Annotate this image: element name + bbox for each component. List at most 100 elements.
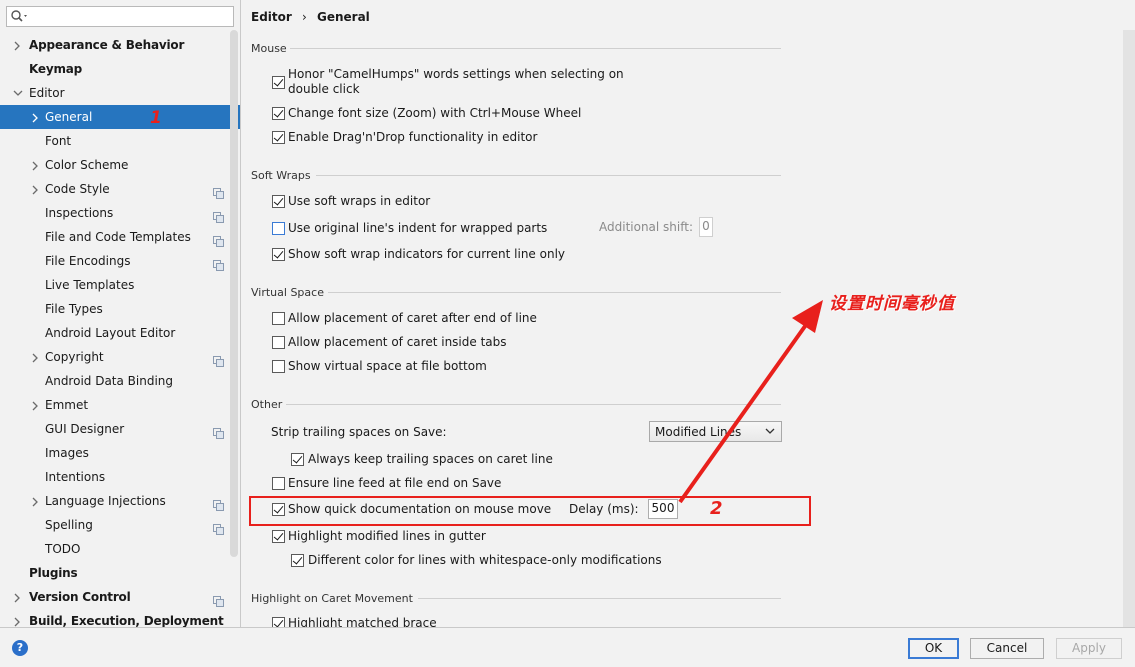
camelhumps-label: Honor "CamelHumps" words settings when s…: [288, 67, 624, 81]
keep-trailing-checkbox[interactable]: [291, 453, 304, 466]
search-input[interactable]: [6, 6, 234, 27]
section-mouse: Mouse: [251, 42, 287, 55]
main-scrollbar[interactable]: [1123, 30, 1135, 627]
sidebar-item-label: Android Layout Editor: [45, 326, 176, 340]
camelhumps-label-line2: double click: [288, 82, 360, 96]
sidebar-item[interactable]: Spelling: [0, 513, 240, 537]
chevron-right-icon[interactable]: [29, 345, 43, 369]
caret-after-end-label: Allow placement of caret after end of li…: [288, 311, 537, 325]
sidebar-item-label: Plugins: [29, 566, 78, 580]
sidebar-item[interactable]: File Encodings: [0, 249, 240, 273]
sidebar-item-label: Language Injections: [45, 494, 166, 508]
chevron-right-icon[interactable]: [11, 33, 25, 57]
sidebar-scrollbar[interactable]: [230, 30, 238, 557]
sidebar-item[interactable]: Android Layout Editor: [0, 321, 240, 345]
chevron-right-icon[interactable]: [29, 177, 43, 201]
annotation-highlight-box: [249, 496, 811, 526]
section-divider: [316, 175, 781, 176]
sidebar-item-label: Android Data Binding: [45, 374, 174, 388]
sidebar-item[interactable]: GUI Designer: [0, 417, 240, 441]
caret-inside-tabs-checkbox[interactable]: [272, 336, 285, 349]
sidebar-item-label: File and Code Templates: [45, 230, 191, 244]
section-soft-wraps: Soft Wraps: [251, 169, 311, 182]
sidebar-item[interactable]: Plugins: [0, 561, 240, 585]
sidebar-item[interactable]: Copyright: [0, 345, 240, 369]
chevron-right-icon[interactable]: [29, 489, 43, 513]
strip-trailing-label: Strip trailing spaces on Save:: [271, 425, 447, 439]
sidebar-item[interactable]: File and Code Templates: [0, 225, 240, 249]
sidebar-item[interactable]: Appearance & Behavior: [0, 33, 240, 57]
caret-inside-tabs-label: Allow placement of caret inside tabs: [288, 335, 507, 349]
chevron-right-icon[interactable]: [29, 105, 43, 129]
chevron-right-icon[interactable]: [11, 609, 25, 627]
settings-sidebar: Appearance & Behavior Keymap Editor General…: [0, 0, 241, 627]
sidebar-item-label: Intentions: [45, 470, 106, 484]
sidebar-item[interactable]: Color Scheme: [0, 153, 240, 177]
sidebar-item-label: Editor: [29, 86, 65, 100]
soft-wraps-label: Use soft wraps in editor: [288, 194, 431, 208]
breadcrumb-parent[interactable]: Editor: [251, 10, 292, 24]
sidebar-item[interactable]: Keymap: [0, 57, 240, 81]
sidebar-item[interactable]: Android Data Binding: [0, 369, 240, 393]
sidebar-item[interactable]: Emmet: [0, 393, 240, 417]
highlight-modified-checkbox[interactable]: [272, 530, 285, 543]
strip-trailing-value: Modified Lines: [655, 425, 742, 439]
annotation-marker-2: 2: [710, 498, 723, 519]
project-copy-icon: [213, 519, 224, 535]
sidebar-item[interactable]: Editor: [0, 81, 240, 105]
wrap-indicators-label: Show soft wrap indicators for current li…: [288, 247, 566, 261]
sidebar-item[interactable]: File Types: [0, 297, 240, 321]
sidebar-item[interactable]: Images: [0, 441, 240, 465]
caret-after-end-checkbox[interactable]: [272, 312, 285, 325]
apply-button[interactable]: Apply: [1056, 638, 1122, 659]
sidebar-item[interactable]: TODO: [0, 537, 240, 561]
dragdrop-checkbox[interactable]: [272, 131, 285, 144]
soft-wraps-checkbox[interactable]: [272, 195, 285, 208]
sidebar-item[interactable]: Code Style: [0, 177, 240, 201]
sidebar-item[interactable]: Font: [0, 129, 240, 153]
zoom-checkbox[interactable]: [272, 107, 285, 120]
line-feed-checkbox[interactable]: [272, 477, 285, 490]
wrap-indicators-checkbox[interactable]: [272, 248, 285, 261]
sidebar-item-label: Color Scheme: [45, 158, 129, 172]
section-caret-movement: Highlight on Caret Movement: [251, 592, 413, 605]
sidebar-item-label: Copyright: [45, 350, 104, 364]
breadcrumb-separator: ›: [302, 10, 307, 24]
virtual-bottom-checkbox[interactable]: [272, 360, 285, 373]
project-copy-icon: [213, 207, 224, 223]
sidebar-item[interactable]: Language Injections: [0, 489, 240, 513]
settings-main-panel: Editor › General Mouse Honor "CamelHumps…: [242, 0, 1135, 627]
zoom-label: Change font size (Zoom) with Ctrl+Mouse …: [288, 106, 582, 120]
sidebar-item[interactable]: Intentions: [0, 465, 240, 489]
sidebar-item-label: Code Style: [45, 182, 110, 196]
orig-indent-checkbox[interactable]: [272, 222, 285, 235]
help-icon[interactable]: ?: [12, 640, 28, 656]
chevron-down-icon[interactable]: [11, 81, 25, 105]
strip-trailing-select[interactable]: Modified Lines: [649, 421, 782, 442]
section-virtual-space: Virtual Space: [251, 286, 324, 299]
project-copy-icon: [213, 351, 224, 367]
additional-shift-input[interactable]: 0: [699, 217, 713, 237]
ok-button[interactable]: OK: [908, 638, 959, 659]
sidebar-item[interactable]: Build, Execution, Deployment: [0, 609, 240, 627]
project-copy-icon: [213, 255, 224, 271]
sidebar-item-label: File Encodings: [45, 254, 131, 268]
sidebar-item[interactable]: Live Templates: [0, 273, 240, 297]
matched-brace-checkbox[interactable]: [272, 617, 285, 627]
diff-color-checkbox[interactable]: [291, 554, 304, 567]
sidebar-item[interactable]: General: [0, 105, 240, 129]
chevron-right-icon[interactable]: [11, 585, 25, 609]
chevron-right-icon[interactable]: [29, 153, 43, 177]
cancel-button[interactable]: Cancel: [970, 638, 1044, 659]
sidebar-item[interactable]: Inspections: [0, 201, 240, 225]
camelhumps-checkbox[interactable]: [272, 76, 285, 89]
project-copy-icon: [213, 231, 224, 247]
project-copy-icon: [213, 495, 224, 511]
section-other: Other: [251, 398, 283, 411]
project-copy-icon: [213, 183, 224, 199]
breadcrumb: Editor › General: [251, 10, 370, 24]
sidebar-item[interactable]: Version Control: [0, 585, 240, 609]
project-copy-icon: [213, 591, 224, 607]
chevron-right-icon[interactable]: [29, 393, 43, 417]
orig-indent-label: Use original line's indent for wrapped p…: [288, 221, 548, 235]
